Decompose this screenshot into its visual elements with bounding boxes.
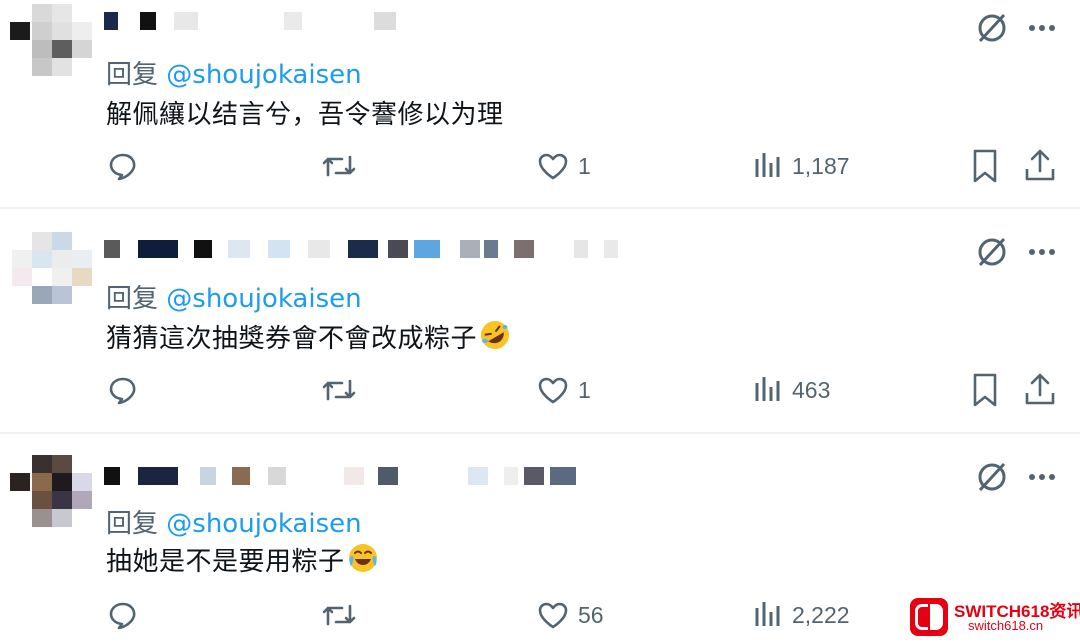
share-button[interactable] — [1022, 146, 1058, 186]
reply-button[interactable] — [106, 370, 140, 410]
bookmark-button[interactable] — [968, 146, 1002, 186]
switch-logo-icon — [910, 598, 948, 636]
view-count: 2,222 — [792, 601, 850, 628]
like-button[interactable]: 1 — [536, 146, 591, 186]
more-options-icon[interactable] — [1022, 232, 1062, 272]
reply-to-line: 回复 @shoujokaisen — [106, 278, 362, 315]
view-count: 1,187 — [792, 152, 850, 179]
like-button[interactable]: 1 — [536, 370, 591, 410]
bookmark-button[interactable] — [968, 370, 1002, 410]
speech-bubble-icon — [109, 377, 136, 405]
tweet-text: 猜猜這次抽獎券會不會改成粽子 — [106, 318, 511, 358]
bookmark-icon — [973, 149, 997, 183]
grok-icon[interactable] — [972, 232, 1012, 272]
grok-icon[interactable] — [972, 457, 1012, 497]
share-button[interactable] — [1022, 370, 1058, 410]
tweet-text-content: 猜猜這次抽獎券會不會改成粽子 — [106, 324, 478, 354]
like-button[interactable]: 56 — [536, 595, 604, 635]
like-count: 1 — [578, 152, 591, 179]
bookmark-icon — [973, 373, 997, 407]
share-upload-icon — [1025, 373, 1055, 405]
heart-icon — [538, 153, 568, 180]
bar-chart-icon — [755, 602, 780, 626]
like-count: 56 — [578, 601, 604, 628]
repost-arrows-icon — [322, 155, 356, 177]
repost-arrows-icon — [322, 379, 356, 401]
display-name-blurred[interactable] — [104, 240, 644, 260]
heart-icon — [538, 602, 568, 629]
reply-handle-link[interactable]: @shoujokaisen — [166, 509, 361, 539]
tweet-text: 抽她是不是要用粽子 — [106, 541, 379, 581]
divider — [0, 432, 1080, 434]
reply-button[interactable] — [106, 595, 140, 635]
reply-card-1[interactable]: 回复 @shoujokaisen 解佩纕以结言兮，吾令謇修以为理 1 1,187 — [0, 0, 1080, 208]
repost-arrows-icon — [322, 604, 356, 626]
divider — [0, 207, 1080, 209]
view-count: 463 — [792, 376, 831, 403]
bar-chart-icon — [755, 377, 780, 401]
display-name-blurred[interactable] — [104, 12, 644, 32]
heart-icon — [538, 377, 568, 404]
views-button[interactable]: 463 — [752, 370, 830, 410]
speech-bubble-icon — [109, 153, 136, 181]
avatar[interactable] — [10, 232, 92, 304]
reply-handle-link[interactable]: @shoujokaisen — [166, 60, 361, 90]
views-button[interactable]: 2,222 — [752, 595, 850, 635]
more-options-icon[interactable] — [1022, 8, 1062, 48]
reply-button[interactable] — [106, 146, 140, 186]
grok-icon[interactable] — [972, 8, 1012, 48]
repost-button[interactable] — [320, 595, 358, 635]
more-options-icon[interactable] — [1022, 457, 1062, 497]
reply-card-2[interactable]: 回复 @shoujokaisen 猜猜這次抽獎券會不會改成粽子 1 463 — [0, 224, 1080, 432]
views-button[interactable]: 1,187 — [752, 146, 850, 186]
reply-prefix: 回复 — [106, 60, 159, 90]
reply-prefix: 回复 — [106, 284, 159, 314]
like-count: 1 — [578, 376, 591, 403]
avatar[interactable] — [10, 4, 92, 76]
tweet-text-content: 抽她是不是要用粽子 — [106, 547, 345, 577]
reply-prefix: 回复 — [106, 509, 159, 539]
reply-to-line: 回复 @shoujokaisen — [106, 54, 362, 91]
bar-chart-icon — [755, 153, 780, 177]
avatar[interactable] — [10, 455, 92, 527]
share-upload-icon — [1025, 149, 1055, 181]
repost-button[interactable] — [320, 146, 358, 186]
reply-handle-link[interactable]: @shoujokaisen — [166, 284, 361, 314]
rolling-on-floor-laughing-emoji — [479, 319, 511, 358]
tweet-text-content: 解佩纕以结言兮，吾令謇修以为理 — [106, 100, 504, 130]
loudly-crying-laughing-emoji — [347, 542, 379, 581]
repost-button[interactable] — [320, 370, 358, 410]
speech-bubble-icon — [109, 602, 136, 630]
watermark: SWITCH618资讯 switch618.cn — [908, 596, 1080, 640]
watermark-subtitle: switch618.cn — [968, 618, 1044, 633]
reply-to-line: 回复 @shoujokaisen — [106, 503, 362, 540]
tweet-text: 解佩纕以结言兮，吾令謇修以为理 — [106, 94, 504, 131]
display-name-blurred[interactable] — [104, 467, 644, 487]
